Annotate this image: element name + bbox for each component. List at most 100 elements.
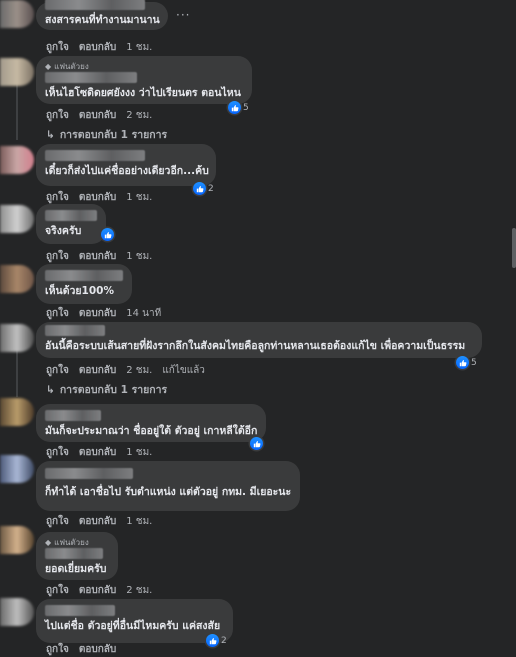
- timestamp[interactable]: 2 ชม.: [126, 108, 152, 123]
- comment-bubble: ไปแต่ชื่อ ตัวอยู่ที่อื่นมีไหมครับ แค่สงส…: [36, 599, 233, 643]
- like-button[interactable]: ถูกใจ: [46, 514, 69, 529]
- comment-actions: ถูกใจ ตอบกลับ 2 ชม.: [46, 108, 152, 123]
- timestamp[interactable]: 14 นาที: [126, 306, 161, 321]
- like-button[interactable]: ถูกใจ: [46, 190, 69, 205]
- reply-button[interactable]: ตอบกลับ: [79, 514, 116, 529]
- reply-button[interactable]: ตอบกลับ: [79, 108, 116, 123]
- like-icon: [228, 101, 241, 114]
- timestamp[interactable]: 2 ชม.: [126, 583, 152, 598]
- commenter-name[interactable]: [45, 72, 137, 83]
- like-icon: [456, 356, 469, 369]
- like-button[interactable]: ถูกใจ: [46, 249, 69, 264]
- comment-bubble: สงสารคนที่ทำงานมานาน: [36, 0, 168, 30]
- comment-bubble: ก็ทำได้ เอาชื่อไป รับตำแหน่ง แต่ตัวอยู่ …: [36, 461, 300, 511]
- diamond-icon: ◆: [45, 61, 52, 71]
- like-icon: [206, 634, 219, 647]
- comment-actions: ถูกใจ ตอบกลับ: [46, 642, 116, 657]
- avatar[interactable]: [0, 205, 34, 233]
- reply-button[interactable]: ตอบกลับ: [79, 583, 116, 598]
- avatar[interactable]: [0, 526, 34, 554]
- like-icon: [101, 228, 114, 241]
- comment-bubble: อันนี้คือระบบเส้นสายที่ฝังรากลึกในสังคมไ…: [36, 322, 482, 358]
- reply-arrow-icon: ↳: [46, 383, 55, 396]
- comment-bubble: จริงครับ: [36, 204, 106, 244]
- like-icon: [193, 182, 206, 195]
- comment-actions: ถูกใจ ตอบกลับ 1 ชม.: [46, 445, 152, 460]
- reaction-count[interactable]: [250, 437, 263, 450]
- comment-actions: ถูกใจ ตอบกลับ 1 ชม.: [46, 190, 152, 205]
- comment-actions: ถูกใจ ตอบกลับ 2 ชม.: [46, 583, 152, 598]
- like-button[interactable]: ถูกใจ: [46, 40, 69, 55]
- avatar[interactable]: [0, 58, 34, 86]
- like-button[interactable]: ถูกใจ: [46, 583, 69, 598]
- edited-label[interactable]: แก้ไขแล้ว: [162, 363, 205, 378]
- timestamp[interactable]: 2 ชม.: [126, 363, 152, 378]
- comment-bubble: ◆ แฟนตัวยง ยอดเยี่ยมครับ: [36, 532, 118, 580]
- like-icon: [250, 437, 263, 450]
- comment-text: เห็นด้วย100%: [45, 285, 114, 297]
- reply-button[interactable]: ตอบกลับ: [79, 190, 116, 205]
- reply-button[interactable]: ตอบกลับ: [79, 306, 116, 321]
- commenter-name[interactable]: [45, 150, 145, 161]
- commenter-name[interactable]: [45, 548, 103, 559]
- diamond-icon: ◆: [45, 537, 52, 547]
- comment-bubble: มันก็จะประมาณว่า ชื่ออยู่ใต้ ตัวอยู่ เกา…: [36, 404, 266, 442]
- commenter-name[interactable]: [45, 325, 105, 336]
- reply-button[interactable]: ตอบกลับ: [79, 445, 116, 460]
- timestamp[interactable]: 1 ชม.: [126, 190, 152, 205]
- like-button[interactable]: ถูกใจ: [46, 363, 69, 378]
- reaction-count[interactable]: 2: [206, 634, 227, 647]
- reaction-count[interactable]: 2: [193, 182, 214, 195]
- avatar[interactable]: [0, 0, 34, 28]
- comment-text: มันก็จะประมาณว่า ชื่ออยู่ใต้ ตัวอยู่ เกา…: [45, 425, 258, 437]
- reply-button[interactable]: ตอบกลับ: [79, 363, 116, 378]
- comment-text: เดี๋ยวก็ส่งไปแค่ชื่ออย่างเดียวอีก...ค้บ: [45, 165, 209, 177]
- comment-text: ก็ทำได้ เอาชื่อไป รับตำแหน่ง แต่ตัวอยู่ …: [45, 486, 292, 498]
- timestamp[interactable]: 1 ชม.: [126, 40, 152, 55]
- like-button[interactable]: ถูกใจ: [46, 445, 69, 460]
- reaction-count[interactable]: 5: [228, 101, 249, 114]
- fan-badge: ◆ แฟนตัวยง: [45, 537, 89, 547]
- comment-actions: ถูกใจ ตอบกลับ 2 ชม. แก้ไขแล้ว: [46, 363, 205, 378]
- comment-text: อันนี้คือระบบเส้นสายที่ฝังรากลึกในสังคมไ…: [45, 340, 466, 352]
- reaction-count[interactable]: 5: [456, 356, 477, 369]
- avatar[interactable]: [0, 265, 34, 293]
- avatar[interactable]: [0, 146, 34, 174]
- avatar[interactable]: [0, 598, 34, 626]
- comment-text: เห็นไฮโซดิดยศยังงง ว่าไปเรียนตร ตอนไหน: [45, 87, 241, 99]
- like-button[interactable]: ถูกใจ: [46, 642, 69, 657]
- comment-actions: ถูกใจ ตอบกลับ 1 ชม.: [46, 249, 152, 264]
- comment-bubble: ◆ แฟนตัวยง เห็นไฮโซดิดยศยังงง ว่าไปเรียน…: [36, 56, 252, 104]
- timestamp[interactable]: 1 ชม.: [126, 249, 152, 264]
- avatar[interactable]: [0, 398, 34, 426]
- fan-badge: ◆ แฟนตัวยง: [45, 61, 89, 71]
- comment-text: สงสารคนที่ทำงานมานาน: [45, 14, 160, 26]
- reply-button[interactable]: ตอบกลับ: [79, 40, 116, 55]
- timestamp[interactable]: 1 ชม.: [126, 445, 152, 460]
- commenter-name[interactable]: [45, 270, 123, 281]
- timestamp[interactable]: 1 ชม.: [126, 514, 152, 529]
- more-options-icon[interactable]: ···: [176, 8, 190, 22]
- comment-bubble: เห็นด้วย100%: [36, 264, 132, 304]
- reply-button[interactable]: ตอบกลับ: [79, 249, 116, 264]
- like-button[interactable]: ถูกใจ: [46, 108, 69, 123]
- scrollbar[interactable]: [512, 228, 516, 268]
- reaction-count[interactable]: [101, 228, 114, 241]
- view-replies-link[interactable]: ↳ การตอบกลับ 1 รายการ: [46, 126, 167, 143]
- comment-bubble: เดี๋ยวก็ส่งไปแค่ชื่ออย่างเดียวอีก...ค้บ: [36, 144, 216, 186]
- comment-text: ไปแต่ชื่อ ตัวอยู่ที่อื่นมีไหมครับ แค่สงส…: [45, 620, 221, 632]
- thread-line: [16, 80, 18, 140]
- commenter-name[interactable]: [45, 468, 133, 479]
- commenter-name[interactable]: [45, 210, 97, 221]
- comment-text: ยอดเยี่ยมครับ: [45, 563, 107, 575]
- view-replies-link[interactable]: ↳ การตอบกลับ 1 รายการ: [46, 381, 167, 398]
- commenter-name[interactable]: [45, 0, 145, 10]
- comment-text: จริงครับ: [45, 225, 82, 237]
- reply-button[interactable]: ตอบกลับ: [79, 642, 116, 657]
- reply-arrow-icon: ↳: [46, 128, 55, 141]
- commenter-name[interactable]: [45, 410, 101, 421]
- commenter-name[interactable]: [45, 605, 115, 616]
- avatar[interactable]: [0, 455, 34, 483]
- like-button[interactable]: ถูกใจ: [46, 306, 69, 321]
- avatar[interactable]: [0, 324, 34, 352]
